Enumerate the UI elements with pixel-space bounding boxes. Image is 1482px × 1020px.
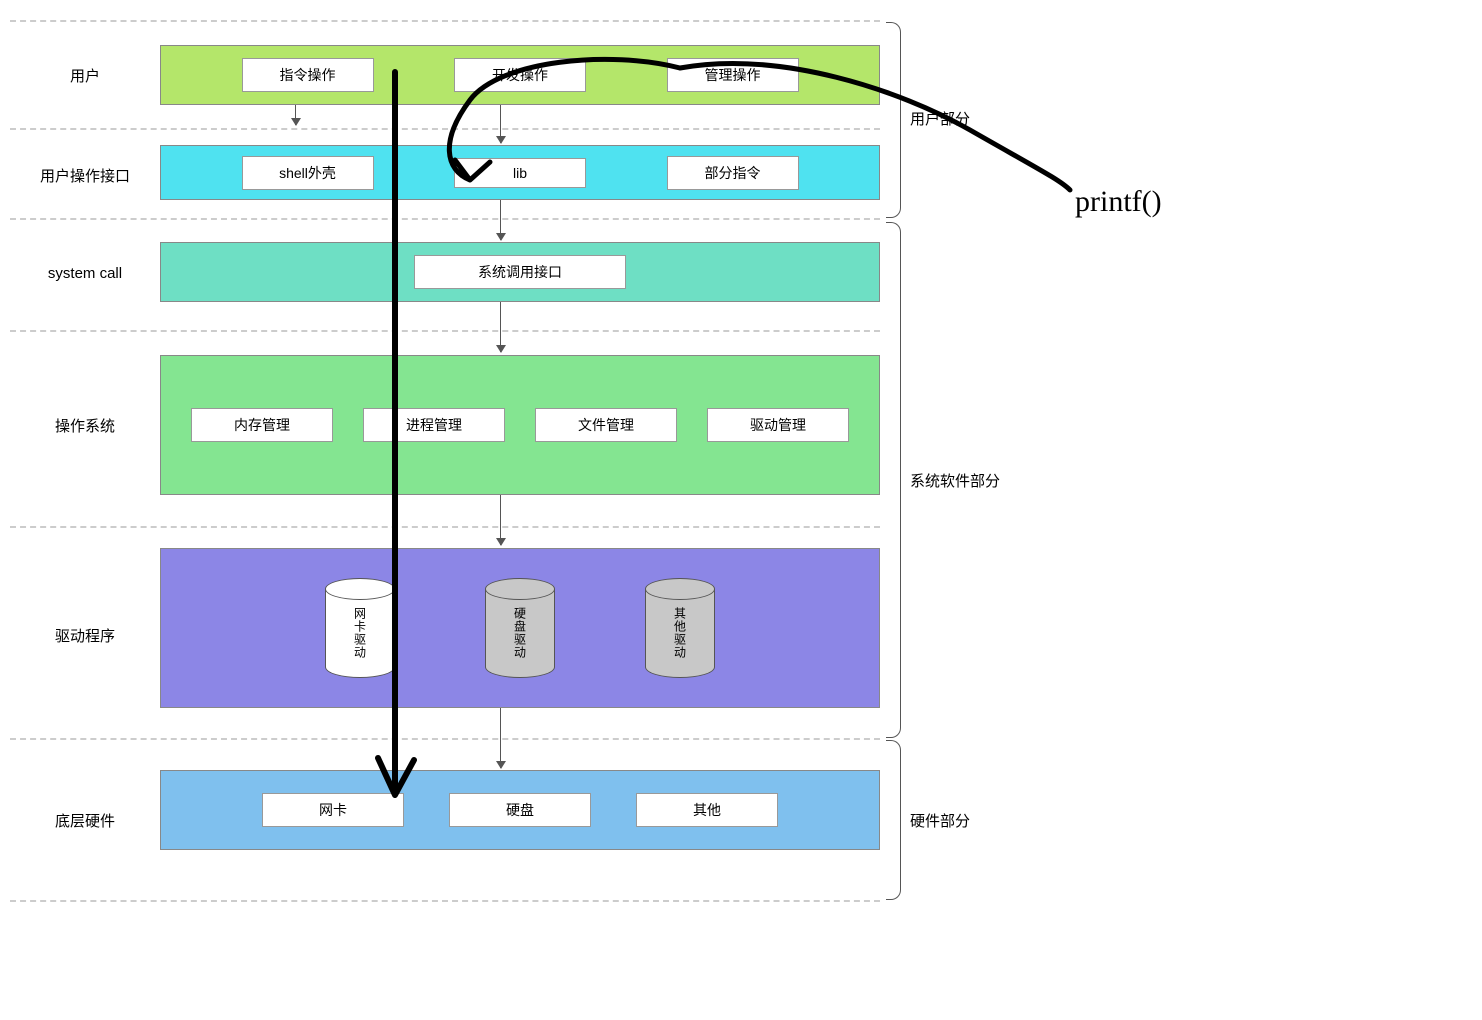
user-box: 管理操作 xyxy=(667,58,799,92)
syscall-layer: 系统调用接口 xyxy=(160,242,880,302)
user-layer: 指令操作 开发操作 管理操作 xyxy=(160,45,880,105)
user-box: 开发操作 xyxy=(454,58,586,92)
section-label-user: 用户部分 xyxy=(910,108,970,129)
brace-icon xyxy=(886,222,901,738)
iface-box: 部分指令 xyxy=(667,156,799,190)
os-box: 进程管理 xyxy=(363,408,505,442)
os-box: 文件管理 xyxy=(535,408,677,442)
brace-icon xyxy=(886,740,901,900)
arrow-down-icon xyxy=(500,200,501,240)
brace-icon xyxy=(886,22,901,218)
os-box: 驱动管理 xyxy=(707,408,849,442)
separator xyxy=(10,218,880,220)
printf-annotation: printf() xyxy=(1075,185,1162,219)
layer-label-os: 操作系统 xyxy=(15,415,155,436)
cylinder-label: 其他驱动 xyxy=(672,607,689,659)
hw-layer: 网卡 硬盘 其他 xyxy=(160,770,880,850)
arrow-down-icon xyxy=(295,105,296,125)
driver-cylinder: 硬盘驱动 xyxy=(485,578,555,678)
section-label-hw: 硬件部分 xyxy=(910,810,970,831)
hw-box: 其他 xyxy=(636,793,778,827)
driver-cylinder: 网卡驱动 xyxy=(325,578,395,678)
iface-box: shell外壳 xyxy=(242,156,374,190)
separator xyxy=(10,526,880,528)
layer-label-user: 用户 xyxy=(15,65,155,86)
layer-label-iface: 用户操作接口 xyxy=(15,165,155,186)
diagram-canvas: 用户 用户操作接口 system call 操作系统 驱动程序 底层硬件 指令操… xyxy=(0,0,1482,1020)
separator xyxy=(10,900,880,902)
arrow-down-icon xyxy=(500,105,501,143)
syscall-box: 系统调用接口 xyxy=(414,255,626,289)
driver-cylinder: 其他驱动 xyxy=(645,578,715,678)
driver-layer: 网卡驱动 硬盘驱动 其他驱动 xyxy=(160,548,880,708)
iface-box: lib xyxy=(454,158,586,188)
hw-box: 网卡 xyxy=(262,793,404,827)
separator xyxy=(10,330,880,332)
arrow-down-icon xyxy=(500,495,501,545)
separator xyxy=(10,128,880,130)
section-label-sys: 系统软件部分 xyxy=(910,470,1000,491)
os-layer: 内存管理 进程管理 文件管理 驱动管理 xyxy=(160,355,880,495)
layer-label-driver: 驱动程序 xyxy=(15,625,155,646)
cylinder-label: 网卡驱动 xyxy=(352,607,369,659)
arrow-down-icon xyxy=(500,708,501,768)
hw-box: 硬盘 xyxy=(449,793,591,827)
layer-label-hw: 底层硬件 xyxy=(15,810,155,831)
layer-label-syscall: system call xyxy=(15,265,155,282)
separator xyxy=(10,738,880,740)
os-box: 内存管理 xyxy=(191,408,333,442)
iface-layer: shell外壳 lib 部分指令 xyxy=(160,145,880,200)
user-box: 指令操作 xyxy=(242,58,374,92)
arrow-down-icon xyxy=(500,302,501,352)
separator xyxy=(10,20,880,22)
cylinder-label: 硬盘驱动 xyxy=(512,607,529,659)
